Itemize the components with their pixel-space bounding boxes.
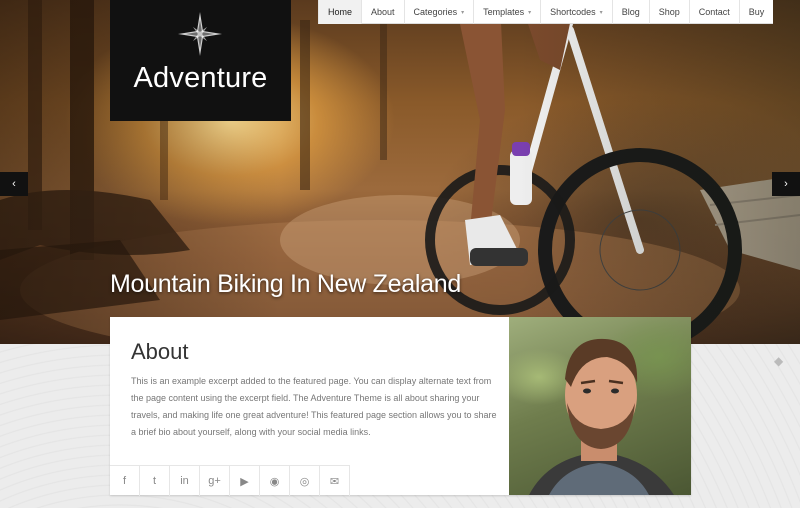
facebook-glyph: f [122, 475, 127, 487]
github-icon[interactable]: ◉ [260, 466, 290, 496]
twitter-icon[interactable]: t [140, 466, 170, 496]
nav-label: Shop [658, 7, 680, 17]
nav-item-templates[interactable]: Templates ▾ [473, 0, 540, 24]
slider-prev-button[interactable]: ‹ [0, 172, 28, 196]
nav-label: Shortcodes [550, 7, 596, 17]
google-plus-icon[interactable]: g+ [200, 466, 230, 496]
chevron-left-icon: ‹ [12, 178, 16, 190]
linkedin-glyph: in [180, 475, 189, 487]
email-glyph: ✉ [329, 475, 340, 488]
nav-item-home[interactable]: Home [318, 0, 362, 24]
nav-item-about[interactable]: About [361, 0, 404, 24]
nav-label: Buy [748, 7, 765, 17]
nav-item-blog[interactable]: Blog [611, 0, 649, 24]
facebook-icon[interactable]: f [110, 466, 140, 496]
nav-item-categories[interactable]: Categories ▾ [403, 0, 474, 24]
nav-label: About [371, 7, 395, 17]
chevron-down-icon: ▾ [599, 9, 603, 16]
email-icon[interactable]: ✉ [320, 466, 350, 496]
nav-label: Home [328, 7, 353, 17]
about-title[interactable]: About [131, 339, 189, 365]
linkedin-icon[interactable]: in [170, 466, 200, 496]
github-glyph: ◉ [269, 475, 280, 488]
dribbble-glyph: ◎ [299, 475, 310, 488]
chevron-right-icon: › [784, 178, 788, 190]
nav-label: Contact [698, 7, 730, 17]
social-links: f t in g+ ▶ ◉ ◎ ✉ [110, 465, 350, 496]
compass-star-icon [178, 12, 222, 56]
portrait-image [529, 338, 674, 495]
twitter-glyph: t [152, 475, 157, 487]
main-nav: Home About Categories ▾ Templates ▾ Shortc… [318, 0, 774, 24]
nav-label: Blog [621, 7, 640, 17]
dribbble-icon[interactable]: ◎ [290, 466, 320, 496]
nav-item-shop[interactable]: Shop [648, 0, 689, 24]
chevron-down-icon: ▾ [528, 9, 532, 16]
about-card: About This is an example excerpt added t… [110, 317, 691, 496]
slide-caption[interactable]: Mountain Biking In New Zealand [110, 270, 461, 299]
nav-item-shortcodes[interactable]: Shortcodes ▾ [540, 0, 612, 24]
youtube-icon[interactable]: ▶ [230, 466, 260, 496]
logo-text: Adventure [133, 62, 268, 94]
nav-label: Categories [413, 7, 458, 17]
edge-logo-icon: ◆ [774, 354, 784, 368]
profile-photo [509, 317, 691, 495]
site-logo[interactable]: Adventure [110, 0, 291, 121]
nav-item-buy[interactable]: Buy [738, 0, 774, 24]
slider-next-button[interactable]: › [772, 172, 800, 196]
chevron-down-icon: ▾ [461, 9, 465, 16]
google-plus-glyph: g+ [208, 475, 221, 487]
nav-item-contact[interactable]: Contact [688, 0, 739, 24]
youtube-glyph: ▶ [240, 475, 249, 488]
about-text: This is an example excerpt added to the … [131, 376, 497, 437]
nav-label: Templates [483, 7, 525, 17]
